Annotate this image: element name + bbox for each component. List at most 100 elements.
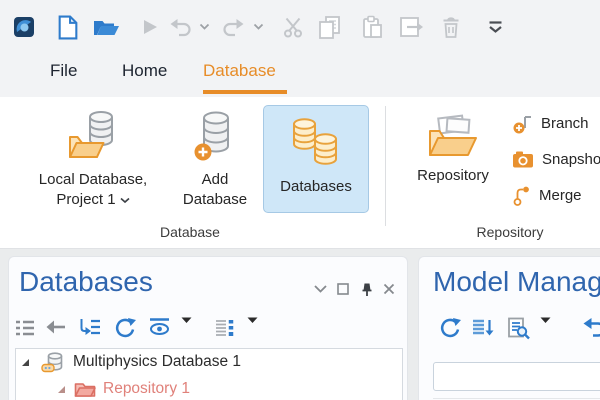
tree-node-label: Repository 1: [103, 380, 190, 398]
refresh-button[interactable]: [439, 317, 462, 339]
tab-home[interactable]: Home: [122, 61, 167, 81]
panel-float-button[interactable]: [335, 281, 351, 297]
minimize-ribbon-button[interactable]: [481, 13, 509, 41]
copy-button[interactable]: [315, 13, 343, 41]
float-window-icon: [336, 282, 350, 296]
undo-button[interactable]: [582, 317, 600, 338]
sort-button[interactable]: [471, 317, 495, 339]
new-file-icon: [58, 15, 78, 40]
repository-group-label: Repository: [420, 224, 600, 240]
add-database-label-line2: Database: [183, 190, 247, 210]
next-section-divider: [433, 398, 600, 399]
model-manager-search-input[interactable]: [433, 362, 600, 391]
chevron-down-icon: [313, 283, 328, 295]
search-document-icon: [507, 317, 531, 340]
chevron-down-icon: [199, 23, 210, 31]
app-logo[interactable]: [10, 13, 38, 41]
run-button[interactable]: [136, 13, 164, 41]
move-into-list-icon: [78, 317, 102, 339]
tree-node-label: Multiphysics Database 1: [73, 353, 241, 371]
panel-close-button[interactable]: [381, 281, 397, 297]
add-database-label-line1: Add: [202, 170, 229, 190]
cut-button[interactable]: [279, 13, 307, 41]
copy-icon: [318, 15, 341, 39]
branch-button[interactable]: Branch: [512, 111, 589, 135]
panel-menu-button[interactable]: [312, 281, 328, 297]
caret-down-icon: [247, 317, 258, 324]
add-database-button[interactable]: Add Database: [172, 106, 258, 210]
expanded-triangle-icon: [57, 385, 66, 394]
delete-button[interactable]: [437, 13, 465, 41]
export-icon: [399, 16, 424, 38]
model-manager-toolbar: [419, 317, 600, 343]
sort-descending-icon: [471, 317, 495, 339]
panel-pin-button[interactable]: [358, 281, 374, 297]
model-manager-panel-title: Model Manager: [433, 266, 600, 298]
databases-panel-title: Databases: [19, 266, 153, 298]
minimize-ribbon-icon: [487, 20, 504, 35]
databases-tree: Multiphysics Database 1 Repository 1: [15, 348, 403, 400]
chevron-down-icon: [253, 23, 264, 31]
ribbon-tab-bar: File Home Database: [0, 52, 600, 97]
redo-dropdown-button[interactable]: [251, 13, 265, 41]
merge-icon: [512, 184, 531, 206]
close-icon: [382, 282, 396, 296]
local-database-icon: [67, 106, 119, 166]
tree-row-repository[interactable]: Repository 1: [16, 376, 402, 400]
tab-file[interactable]: File: [50, 61, 77, 81]
undo-button[interactable]: [168, 13, 192, 41]
camera-icon: [512, 150, 534, 169]
search-dropdown-button[interactable]: [540, 317, 551, 324]
refresh-button[interactable]: [114, 317, 137, 339]
columns-button[interactable]: [214, 317, 236, 339]
trash-icon: [441, 15, 461, 39]
databases-panel-window-controls: [312, 281, 397, 297]
chevron-down-icon: [120, 197, 130, 204]
repository-button[interactable]: Repository: [405, 106, 501, 186]
snapshot-button[interactable]: Snapshot: [512, 147, 600, 171]
play-icon: [142, 18, 158, 36]
app-logo-icon: [13, 16, 35, 38]
redo-icon: [223, 17, 245, 37]
tree-expander[interactable]: [57, 385, 66, 394]
redo-button[interactable]: [222, 13, 246, 41]
databases-panel-toolbar: [9, 317, 407, 343]
databases-panel: Databases: [8, 256, 408, 400]
tree-row-multiphysics-database[interactable]: Multiphysics Database 1: [16, 349, 402, 375]
search-document-button[interactable]: [507, 317, 531, 340]
databases-button[interactable]: Databases: [263, 105, 369, 213]
list-view-button[interactable]: [14, 317, 36, 339]
arrow-left-icon: [45, 317, 67, 337]
back-button[interactable]: [45, 317, 67, 337]
ribbon-group-divider: [385, 106, 386, 226]
snapshot-button-label: Snapshot: [542, 151, 600, 168]
model-manager-panel: Model Manager: [418, 256, 600, 400]
databases-button-label: Databases: [280, 177, 352, 197]
tab-database[interactable]: Database: [203, 61, 276, 81]
merge-button[interactable]: Merge: [512, 183, 582, 207]
database-group-label: Database: [60, 224, 320, 240]
scissors-icon: [282, 16, 304, 38]
caret-down-icon: [540, 317, 551, 324]
eye-icon: [148, 317, 171, 337]
caret-down-icon: [181, 317, 192, 324]
open-file-button[interactable]: [92, 13, 120, 41]
show-button[interactable]: [148, 317, 171, 337]
local-database-label-line1: Local Database,: [39, 170, 147, 190]
undo-icon: [169, 17, 191, 37]
content-area: Databases: [0, 249, 600, 400]
paste-button[interactable]: [358, 13, 386, 41]
undo-icon: [582, 317, 600, 338]
paste-icon: [361, 15, 383, 39]
show-dropdown-button[interactable]: [181, 317, 192, 324]
export-button[interactable]: [397, 13, 425, 41]
tree-expander[interactable]: [21, 358, 30, 367]
add-database-icon: [193, 106, 237, 166]
move-down-button[interactable]: [78, 317, 102, 339]
undo-dropdown-button[interactable]: [197, 13, 211, 41]
local-database-button[interactable]: Local Database, Project 1: [18, 106, 168, 210]
open-folder-icon: [93, 17, 120, 38]
new-file-button[interactable]: [54, 13, 82, 41]
columns-dropdown-button[interactable]: [247, 317, 258, 324]
expanded-triangle-icon: [21, 358, 30, 367]
